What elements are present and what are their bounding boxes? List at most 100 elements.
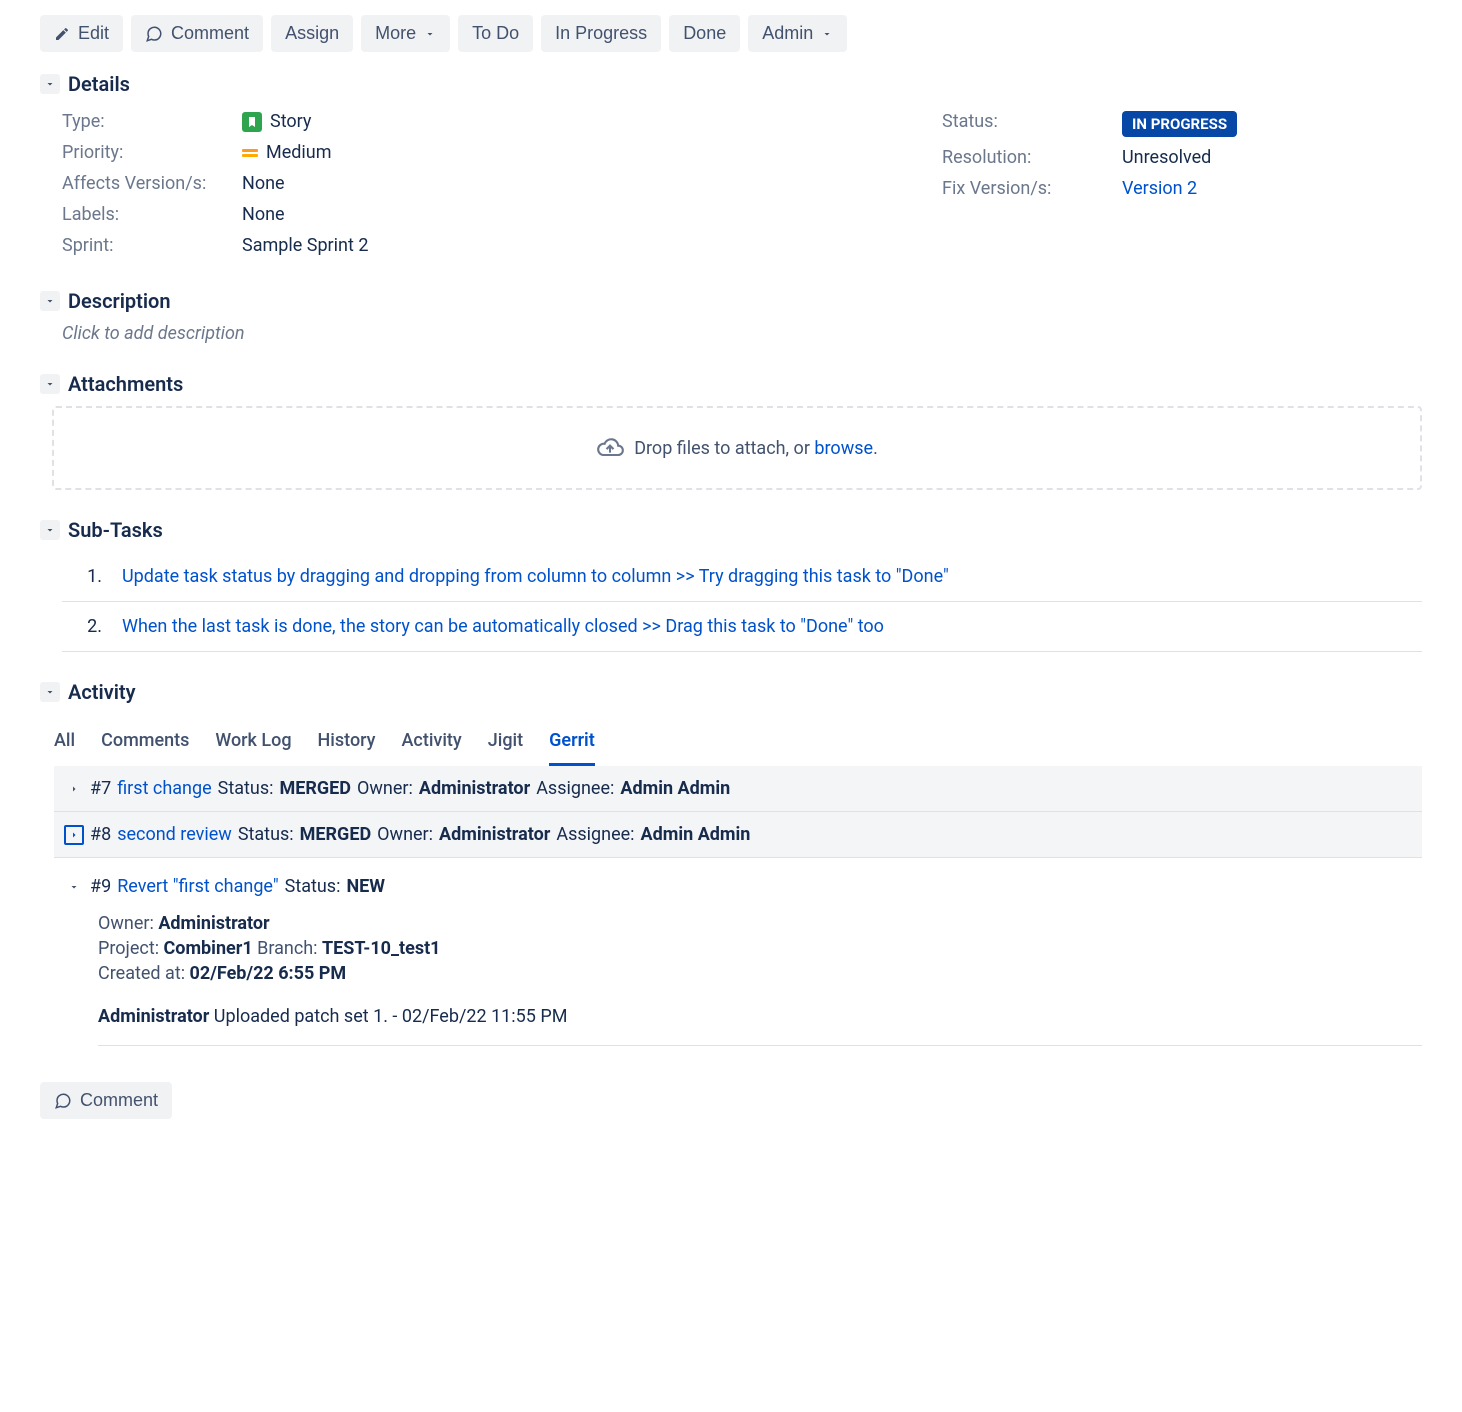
collapse-details-button[interactable] xyxy=(40,74,60,94)
comment-icon xyxy=(145,25,163,43)
inprogress-label: In Progress xyxy=(555,23,647,44)
change-id: #8 xyxy=(90,824,111,845)
gerrit-change-row: #8 second review Status: MERGED Owner: A… xyxy=(54,812,1422,858)
expand-change-button[interactable] xyxy=(64,825,84,845)
change-title-link[interactable]: first change xyxy=(117,778,211,799)
status-badge: IN PROGRESS xyxy=(1122,111,1237,137)
inprogress-button[interactable]: In Progress xyxy=(541,15,661,52)
affects-value: None xyxy=(242,173,285,194)
done-label: Done xyxy=(683,23,726,44)
done-button[interactable]: Done xyxy=(669,15,740,52)
action-toolbar: Edit Comment Assign More To Do In Progre… xyxy=(40,15,1422,52)
chevron-down-icon xyxy=(44,524,56,536)
details-heading: Details xyxy=(68,72,130,96)
expand-change-button[interactable] xyxy=(64,779,84,799)
activity-heading: Activity xyxy=(68,680,136,704)
subtask-row: 2. When the last task is done, the story… xyxy=(62,602,1422,652)
gerrit-change-row: #7 first change Status: MERGED Owner: Ad… xyxy=(54,766,1422,812)
gerrit-change-row-expanded: #9 Revert "first change" Status: NEW xyxy=(54,858,1422,909)
collapse-subtasks-button[interactable] xyxy=(40,520,60,540)
browse-link[interactable]: browse xyxy=(814,438,873,459)
story-icon xyxy=(242,112,262,132)
activity-section: Activity All Comments Work Log History Activ… xyxy=(40,680,1422,1046)
type-value: Story xyxy=(270,111,311,132)
footer-comment-label: Comment xyxy=(80,1090,158,1111)
priority-label: Priority: xyxy=(62,142,242,163)
change-created: 02/Feb/22 6:55 PM xyxy=(190,963,347,984)
tab-history[interactable]: History xyxy=(318,724,376,766)
type-label: Type: xyxy=(62,111,242,132)
tab-jigit[interactable]: Jigit xyxy=(488,724,523,766)
change-owner: Administrator xyxy=(439,824,550,845)
description-section: Description Click to add description xyxy=(40,289,1422,344)
more-button[interactable]: More xyxy=(361,15,450,52)
collapse-change-button[interactable] xyxy=(64,877,84,897)
change-title-link[interactable]: Revert "first change" xyxy=(117,876,278,897)
comment-button[interactable]: Comment xyxy=(131,15,263,52)
tab-work-log[interactable]: Work Log xyxy=(215,724,291,766)
fixversion-value[interactable]: Version 2 xyxy=(1122,178,1197,199)
status-label: Status: xyxy=(218,778,274,799)
resolution-label: Resolution: xyxy=(942,147,1122,168)
affects-label: Affects Version/s: xyxy=(62,173,242,194)
change-assignee: Admin Admin xyxy=(620,778,730,799)
gerrit-change-details: Owner: Administrator Project: Combiner1 … xyxy=(98,913,1422,984)
subtask-row: 1. Update task status by dragging and dr… xyxy=(62,552,1422,602)
change-id: #7 xyxy=(90,778,111,799)
assignee-label: Assignee: xyxy=(536,778,614,799)
collapse-description-button[interactable] xyxy=(40,291,60,311)
change-project: Combiner1 xyxy=(164,938,253,959)
todo-button[interactable]: To Do xyxy=(458,15,533,52)
change-owner: Administrator xyxy=(158,913,269,934)
status-label: Status: xyxy=(942,111,1122,137)
assign-button[interactable]: Assign xyxy=(271,15,353,52)
tab-comments[interactable]: Comments xyxy=(101,724,189,766)
attachments-heading: Attachments xyxy=(68,372,183,396)
gerrit-list: #7 first change Status: MERGED Owner: Ad… xyxy=(54,766,1422,1046)
subtask-link[interactable]: Update task status by dragging and dropp… xyxy=(122,566,949,587)
dropzone-text: Drop files to attach, or xyxy=(634,438,814,459)
pencil-icon xyxy=(54,26,70,42)
change-id: #9 xyxy=(90,876,111,897)
resolution-value: Unresolved xyxy=(1122,147,1211,168)
collapse-activity-button[interactable] xyxy=(40,682,60,702)
upload-cloud-icon xyxy=(596,434,624,462)
chevron-down-icon xyxy=(68,881,80,893)
tab-all[interactable]: All xyxy=(54,724,75,766)
description-heading: Description xyxy=(68,289,171,313)
project-label: Project: xyxy=(98,938,164,959)
comment-icon xyxy=(54,1092,72,1110)
chevron-down-icon xyxy=(44,378,56,390)
subtasks-heading: Sub-Tasks xyxy=(68,518,163,542)
subtask-num: 1. xyxy=(62,566,102,587)
gerrit-event-row: Administrator Uploaded patch set 1. - 02… xyxy=(98,988,1422,1046)
admin-label: Admin xyxy=(762,23,813,44)
todo-label: To Do xyxy=(472,23,519,44)
sprint-value: Sample Sprint 2 xyxy=(242,235,368,256)
footer-comment-button[interactable]: Comment xyxy=(40,1082,172,1119)
change-branch: TEST-10_test1 xyxy=(322,938,440,959)
chevron-right-icon xyxy=(68,783,80,795)
change-assignee: Admin Admin xyxy=(641,824,751,845)
tab-gerrit[interactable]: Gerrit xyxy=(549,724,595,766)
owner-label: Owner: xyxy=(377,824,433,845)
edit-button[interactable]: Edit xyxy=(40,15,123,52)
subtask-link[interactable]: When the last task is done, the story ca… xyxy=(122,616,884,637)
change-owner: Administrator xyxy=(419,778,530,799)
change-title-link[interactable]: second review xyxy=(117,824,232,845)
chevron-down-icon xyxy=(44,686,56,698)
status-label: Status: xyxy=(285,876,341,897)
attachment-dropzone[interactable]: Drop files to attach, or browse. xyxy=(52,406,1422,490)
description-placeholder[interactable]: Click to add description xyxy=(62,323,1422,344)
assignee-label: Assignee: xyxy=(556,824,634,845)
assign-label: Assign xyxy=(285,23,339,44)
admin-button[interactable]: Admin xyxy=(748,15,847,52)
branch-label: Branch: xyxy=(257,938,322,959)
owner-label: Owner: xyxy=(357,778,413,799)
change-status: NEW xyxy=(346,876,385,897)
event-author: Administrator xyxy=(98,1006,209,1027)
collapse-attachments-button[interactable] xyxy=(40,374,60,394)
tab-activity[interactable]: Activity xyxy=(402,724,462,766)
activity-tabs: All Comments Work Log History Activity Jigit G… xyxy=(54,714,1422,766)
details-section: Details Type: Story Priority: Mediu xyxy=(40,72,1422,261)
